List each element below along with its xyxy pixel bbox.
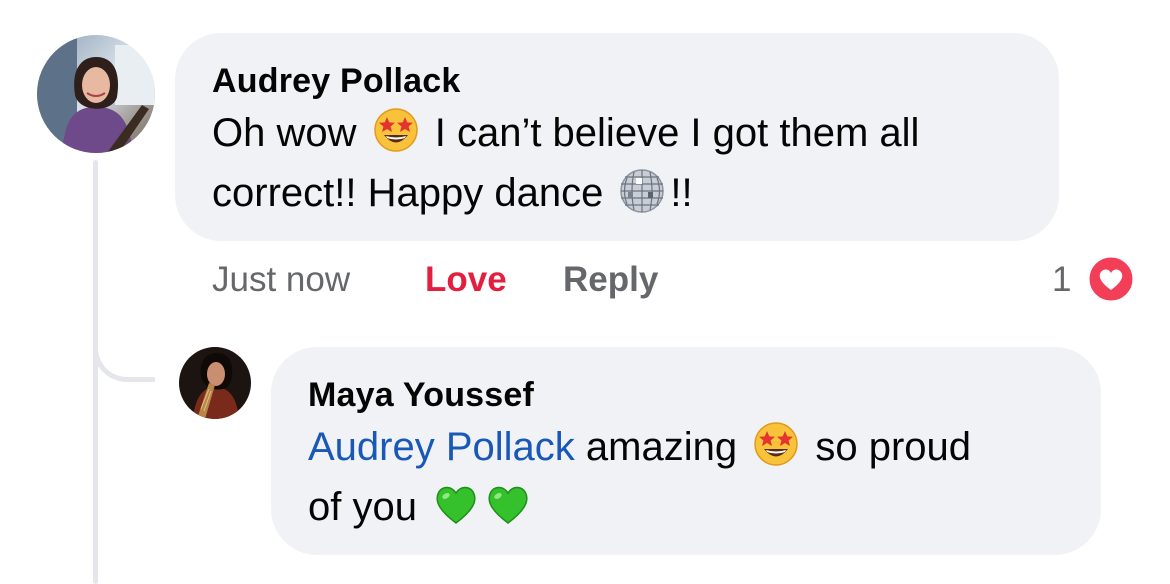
avatar-audrey-pollack[interactable] [37, 35, 155, 153]
reply-author[interactable]: Maya Youssef [308, 375, 1101, 415]
reply-text-segment: so proud [804, 425, 972, 469]
star-struck-emoji-icon [372, 106, 420, 154]
comment-text: Oh wow I can’t believe I got them all co… [212, 103, 1059, 223]
reply-text-segment: of you [308, 485, 429, 529]
comment-author[interactable]: Audrey Pollack [212, 61, 1059, 101]
thread-line [93, 160, 98, 584]
green-heart-emoji-icon [432, 480, 480, 528]
mention-link[interactable]: Audrey Pollack [308, 425, 586, 469]
comment-timestamp[interactable]: Just now [212, 258, 350, 302]
comment-bubble: Audrey Pollack Oh wow I can’t believe I … [175, 33, 1059, 241]
love-button[interactable]: Love [425, 258, 507, 302]
heart-reaction-icon[interactable] [1086, 254, 1136, 304]
comment-text-segment: I can’t believe I got them all [423, 111, 920, 155]
reply-bubble: Maya Youssef Audrey Pollack amazing so p… [271, 347, 1101, 555]
reply-button[interactable]: Reply [563, 258, 658, 302]
thread-connector [93, 300, 155, 382]
reaction-count[interactable]: 1 [1052, 258, 1071, 302]
reply-text: Audrey Pollack amazing so proud of you [308, 417, 1101, 537]
reply-text-segment: amazing [585, 425, 749, 469]
green-heart-emoji-icon [484, 480, 532, 528]
avatar-maya-youssef[interactable] [179, 347, 251, 419]
comment-text-segment: correct!! Happy dance [212, 171, 615, 215]
mirror-ball-emoji-icon [618, 166, 666, 214]
comment-text-segment: Oh wow [212, 111, 368, 155]
star-struck-emoji-icon [752, 420, 800, 468]
comment-text-segment: !! [670, 171, 693, 215]
